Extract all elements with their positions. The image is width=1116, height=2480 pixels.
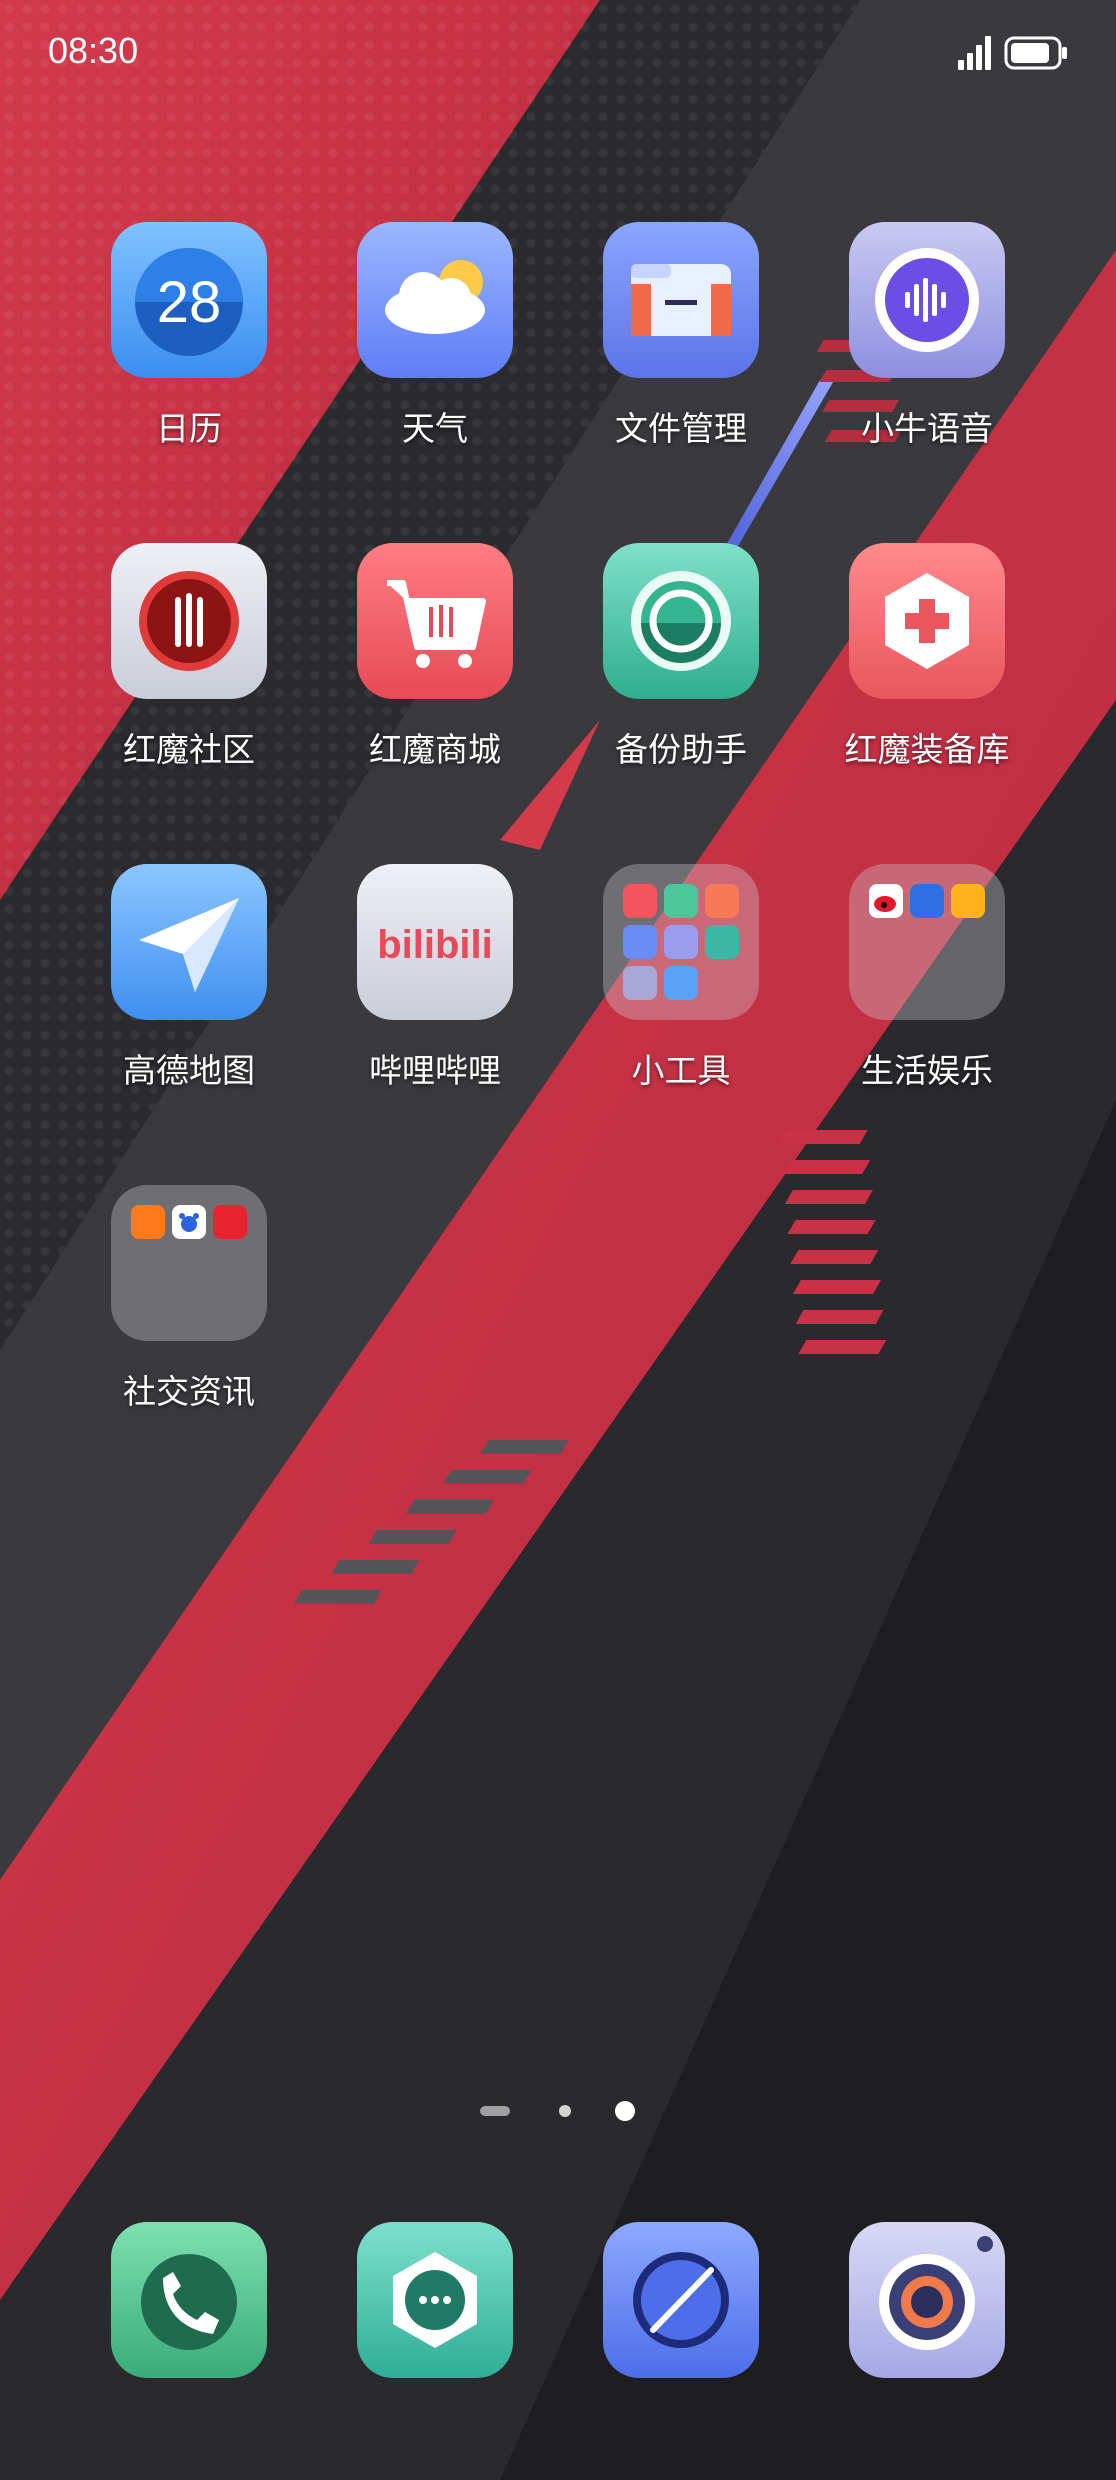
page-indicator[interactable] (480, 2096, 640, 2126)
redmagic-community-icon (111, 543, 267, 699)
app-file-manager[interactable]: 文件管理 (581, 222, 781, 450)
notes-icon (705, 884, 739, 918)
voice-icon (849, 222, 1005, 378)
shopping-cart-icon (357, 543, 513, 699)
folder-lifestyle[interactable]: 生活娱乐 (827, 864, 1027, 1092)
app-label: 红魔社区 (123, 730, 255, 769)
video-icon (951, 884, 985, 918)
dock-browser[interactable] (581, 2222, 781, 2378)
weibo-icon (869, 884, 903, 918)
page-dot (559, 2105, 571, 2117)
page-dot-active (615, 2101, 635, 2121)
clock-icon (664, 966, 698, 1000)
uc-browser-icon (131, 1205, 165, 1239)
messages-icon (357, 2222, 513, 2378)
signal-icon (958, 36, 991, 70)
page-dot-search (480, 2106, 510, 2116)
svg-text:bilibili: bilibili (377, 923, 493, 967)
folder-social-icon (111, 1185, 267, 1341)
app-label: 高德地图 (123, 1051, 255, 1090)
app-label: 生活娱乐 (861, 1051, 993, 1090)
app-bilibili[interactable]: bilibili 哔哩哔哩 (335, 864, 535, 1092)
weather-icon (357, 222, 513, 378)
app-label: 天气 (402, 409, 468, 448)
folder-social[interactable]: 社交资讯 (89, 1185, 289, 1413)
transfer-icon (705, 925, 739, 959)
folder-tools-icon (603, 864, 759, 1020)
baidu-icon (172, 1205, 206, 1239)
folder-tools[interactable]: 小工具 (581, 864, 781, 1092)
lock-icon (623, 966, 657, 1000)
news-icon (213, 1205, 247, 1239)
app-label: 社交资讯 (123, 1372, 255, 1411)
app-redmagic-community[interactable]: 红魔社区 (89, 543, 289, 771)
calendar-icon: 28 (111, 222, 267, 378)
status-bar: 08:30 (0, 0, 1116, 100)
app-label: 文件管理 (615, 409, 747, 448)
gamepad-icon (849, 543, 1005, 699)
bilibili-icon: bilibili (357, 864, 513, 1020)
browser-icon (603, 2222, 759, 2378)
calculator-icon (623, 925, 657, 959)
app-weather[interactable]: 天气 (335, 222, 535, 450)
app-calendar[interactable]: 28 日历 (89, 222, 289, 450)
app-label: 备份助手 (615, 730, 747, 769)
recorder-icon (664, 884, 698, 918)
app-amap[interactable]: 高德地图 (89, 864, 289, 1092)
phone-icon (111, 2222, 267, 2378)
calendar-day: 28 (157, 270, 222, 335)
compass-icon (664, 925, 698, 959)
dock-phone[interactable] (89, 2222, 289, 2378)
app-redmagic-gear[interactable]: 红魔装备库 (827, 543, 1027, 771)
folder-lifestyle-icon (849, 864, 1005, 1020)
map-plane-icon (111, 864, 267, 1020)
app-label: 小牛语音 (861, 409, 993, 448)
camera-icon (849, 2222, 1005, 2378)
folder-icon (603, 222, 759, 378)
backup-icon (603, 543, 759, 699)
dock-messages[interactable] (335, 2222, 535, 2378)
app-label: 红魔装备库 (844, 730, 1010, 769)
app-redmagic-store[interactable]: 红魔商城 (335, 543, 535, 771)
status-time: 08:30 (48, 30, 139, 71)
app-label: 小工具 (631, 1051, 731, 1090)
app-backup[interactable]: 备份助手 (581, 543, 781, 771)
app-label: 红魔商城 (369, 730, 501, 769)
app-voice[interactable]: 小牛语音 (827, 222, 1027, 450)
app-label: 日历 (156, 409, 222, 448)
app-label: 哔哩哔哩 (369, 1051, 501, 1090)
browser-app-icon (910, 884, 944, 918)
dock-camera[interactable] (827, 2222, 1027, 2378)
battery-icon (1004, 36, 1067, 70)
music-icon (623, 884, 657, 918)
